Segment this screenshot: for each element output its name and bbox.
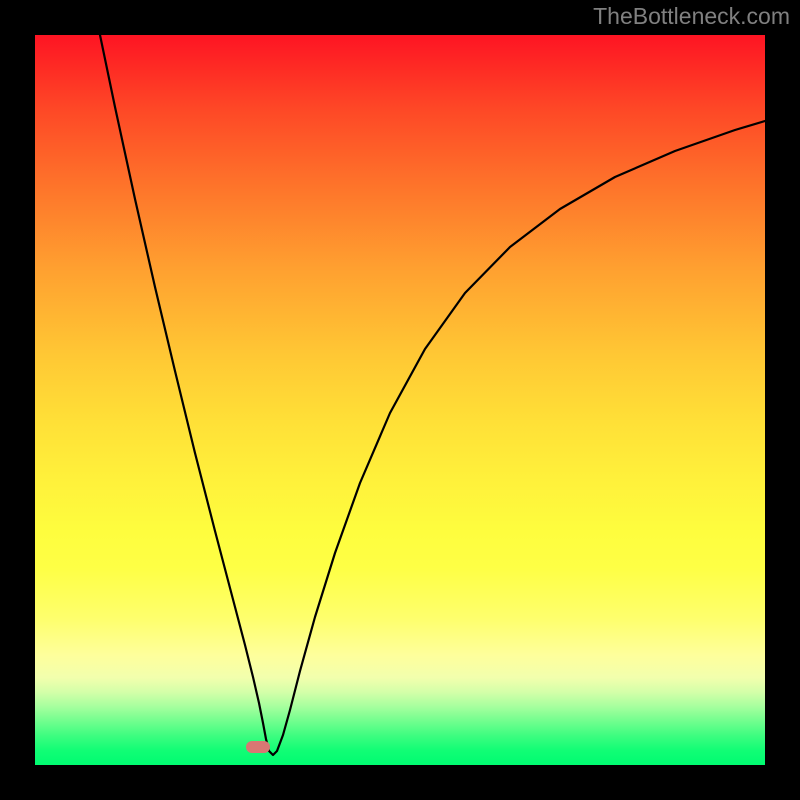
chart-frame: TheBottleneck.com bbox=[0, 0, 800, 800]
plot-area bbox=[35, 35, 765, 765]
curve-svg bbox=[35, 35, 765, 765]
optimal-point-marker bbox=[246, 741, 270, 753]
bottleneck-curve bbox=[100, 35, 765, 755]
watermark-text: TheBottleneck.com bbox=[593, 3, 790, 30]
